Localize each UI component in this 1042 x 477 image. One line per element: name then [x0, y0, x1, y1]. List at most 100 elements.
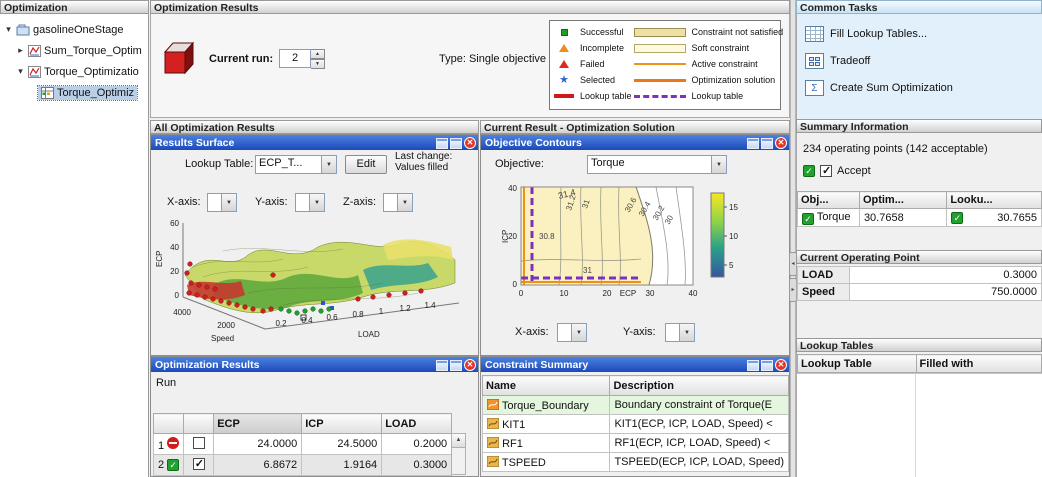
table-row[interactable]: KIT1 KIT1(ECP, ICP, LOAD, Speed) < — [481, 414, 789, 434]
accept-checkbox[interactable] — [192, 436, 205, 449]
ecp-value[interactable]: 6.8672 — [213, 454, 303, 476]
constraint-description: KIT1(ECP, ICP, LOAD, Speed) < — [609, 414, 789, 434]
maximize-icon[interactable] — [450, 359, 462, 371]
operating-point-table: LOAD 0.3000 Speed 750.0000 — [797, 266, 1042, 301]
load-value[interactable]: 0.2000 — [381, 433, 453, 455]
table-row[interactable]: Torque 30.7658 30.7655 — [797, 208, 1042, 227]
icp-value[interactable]: 1.9164 — [301, 454, 383, 476]
column-header-load[interactable]: LOAD — [381, 413, 453, 434]
load-value[interactable]: 0.3000 — [381, 454, 453, 476]
tree-item-gasolineonestage[interactable]: ▾ gasolineOneStage — [0, 19, 148, 40]
maximize-icon[interactable] — [761, 359, 773, 371]
x-axis-dropdown[interactable]: ▼ — [557, 323, 587, 342]
tradeoff-task[interactable]: Tradeoff — [805, 51, 870, 71]
current-run-spinner[interactable]: 2 ▲ ▼ — [279, 49, 325, 69]
table-row[interactable]: 1 24.0000 24.5000 0.2000 — [152, 433, 453, 455]
objective-contours-titlebar[interactable]: Objective Contours — [481, 135, 789, 150]
current-run-value[interactable]: 2 — [279, 49, 311, 68]
chevron-down-icon[interactable]: ▼ — [309, 194, 324, 211]
close-icon[interactable] — [464, 137, 476, 149]
accept-checkbox[interactable] — [820, 164, 832, 177]
column-header-icp[interactable]: ICP — [301, 413, 383, 434]
objective-contour-plot[interactable]: 31.4 31.2 31 30.8 30.6 30.4 30.2 30 31 4… — [501, 183, 765, 315]
dock-icon[interactable] — [436, 359, 448, 371]
results-surface-panel: Results Surface Lookup Table: ECP_T... ▼… — [150, 134, 479, 356]
expander-down-icon[interactable]: ▾ — [4, 24, 13, 35]
scroll-up-icon[interactable]: ▲ — [452, 434, 465, 448]
column-header-accept[interactable] — [183, 413, 215, 434]
column-header-optimized[interactable]: Optim... — [858, 191, 948, 209]
edit-button[interactable]: Edit — [345, 155, 387, 174]
chevron-down-icon[interactable]: ▼ — [571, 324, 586, 341]
spinner-down-icon[interactable]: ▼ — [311, 59, 325, 69]
selected-tree-item[interactable]: Torque_Optimiz — [36, 84, 139, 101]
table-row[interactable]: RF1 RF1(ECP, ICP, LOAD, Speed) < — [481, 433, 789, 453]
results-surface-titlebar[interactable]: Results Surface — [151, 135, 478, 150]
table-row[interactable]: 2 6.8672 1.9164 0.3000 — [152, 454, 453, 476]
z-axis-dropdown[interactable]: ▼ — [383, 193, 413, 212]
chevron-down-icon[interactable]: ▼ — [221, 194, 236, 211]
svg-text:1: 1 — [379, 307, 384, 316]
dock-icon[interactable] — [747, 359, 759, 371]
close-icon[interactable] — [464, 359, 476, 371]
column-header-blank[interactable] — [152, 413, 185, 434]
dropdown-value — [208, 194, 221, 211]
column-header-description[interactable]: Description — [609, 375, 789, 396]
boundary-constraint-icon — [486, 398, 500, 410]
tree-item-torque-optimization-output[interactable]: Torque_Optimiz — [0, 82, 148, 103]
chevron-down-icon[interactable]: ▼ — [679, 324, 694, 341]
expander-down-icon[interactable]: ▾ — [16, 66, 25, 77]
column-header-lookup[interactable]: Looku... — [946, 191, 1042, 209]
svg-text:0.8: 0.8 — [352, 310, 364, 319]
spinner-up-icon[interactable]: ▲ — [311, 49, 325, 59]
svg-text:30.8: 30.8 — [539, 232, 555, 241]
accept-checkbox[interactable] — [192, 457, 205, 470]
y-axis-dropdown[interactable]: ▼ — [295, 193, 325, 212]
constraint-summary-titlebar[interactable]: Constraint Summary — [481, 357, 789, 372]
column-header-filled-with[interactable]: Filled with — [915, 354, 1042, 373]
column-header-objective[interactable]: Obj... — [797, 191, 860, 209]
fill-lookup-tables-task[interactable]: Fill Lookup Tables... — [805, 24, 927, 44]
tree-item-sum-torque-optimization[interactable]: ▸ Sum_Torque_Optim — [0, 40, 148, 61]
task-label[interactable]: Tradeoff — [830, 55, 870, 67]
objective-name: Torque — [816, 210, 851, 223]
x-axis-dropdown[interactable]: ▼ — [207, 193, 237, 212]
column-header-name[interactable]: Name — [481, 375, 611, 396]
dropdown-value: Torque — [591, 157, 625, 169]
svg-text:ECP: ECP — [620, 289, 636, 298]
chevron-down-icon[interactable]: ▼ — [321, 156, 336, 173]
chevron-down-icon[interactable]: ▼ — [711, 156, 726, 173]
close-icon[interactable] — [775, 137, 787, 149]
lookup-table-dropdown[interactable]: ECP_T... ▼ — [255, 155, 337, 174]
x-axis-label: X-axis: — [515, 326, 549, 338]
successful-marker-icon — [560, 28, 568, 36]
table-scrollbar[interactable]: ▲ — [451, 433, 466, 475]
table-row[interactable]: Torque_Boundary Boundary constraint of T… — [481, 395, 789, 415]
maximize-icon[interactable] — [761, 137, 773, 149]
y-axis-label: Y-axis: — [255, 196, 288, 208]
table-row[interactable]: TSPEED TSPEED(ECP, ICP, LOAD, Speed) — [481, 452, 789, 472]
column-header-ecp[interactable]: ECP — [213, 413, 303, 434]
task-label[interactable]: Fill Lookup Tables... — [830, 28, 927, 40]
icp-value[interactable]: 24.5000 — [301, 433, 383, 455]
y-axis-dropdown[interactable]: ▼ — [665, 323, 695, 342]
lookup-tables-empty-body[interactable] — [797, 373, 1042, 477]
dock-icon[interactable] — [747, 137, 759, 149]
results-surface-3d-plot[interactable]: 60 40 20 0 ECP 4000 2000 Speed 0.2 0.4 0… — [153, 215, 475, 353]
tree-item-label: gasolineOneStage — [33, 23, 124, 36]
ecp-value[interactable]: 24.0000 — [213, 433, 303, 455]
selected-star-icon: ★ — [559, 73, 569, 86]
close-icon[interactable] — [775, 359, 787, 371]
task-label[interactable]: Create Sum Optimization — [830, 82, 953, 94]
lookup-table-dashed-line-icon — [633, 94, 686, 98]
maximize-icon[interactable] — [450, 137, 462, 149]
dock-icon[interactable] — [436, 137, 448, 149]
expander-right-icon[interactable]: ▸ — [16, 45, 25, 56]
optimization-node-icon — [28, 65, 41, 78]
column-header-lookup-table[interactable]: Lookup Table — [797, 354, 917, 373]
chevron-down-icon[interactable]: ▼ — [397, 194, 412, 211]
optimization-results-titlebar[interactable]: Optimization Results — [151, 357, 478, 372]
objective-dropdown[interactable]: Torque ▼ — [587, 155, 727, 174]
create-sum-optimization-task[interactable]: Σ Create Sum Optimization — [805, 78, 953, 98]
tree-item-torque-optimization[interactable]: ▾ Torque_Optimizatio — [0, 61, 148, 82]
